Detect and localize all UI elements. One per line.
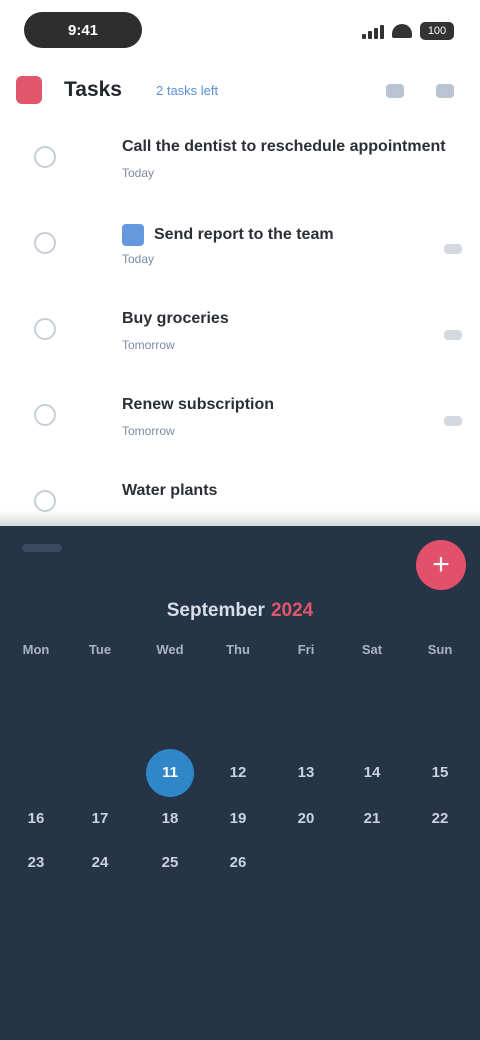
task-due-date: Tomorrow: [122, 338, 175, 352]
weekday-label: Sun: [427, 642, 453, 657]
status-time: 9:41: [24, 12, 142, 48]
calendar-day[interactable]: 19: [216, 802, 260, 836]
task-checkbox[interactable]: [34, 146, 56, 168]
task-item[interactable]: Call the dentist to reschedule appointme…: [0, 120, 480, 206]
calendar-day[interactable]: 14: [350, 756, 394, 790]
calendar-day-selected[interactable]: 11: [146, 749, 194, 797]
back-icon[interactable]: [16, 76, 42, 104]
weekday-label: Thu: [226, 642, 250, 657]
task-due-date: Today: [122, 166, 155, 180]
calendar-day[interactable]: 22: [418, 802, 462, 836]
task-title: Call the dentist to reschedule appointme…: [122, 138, 446, 156]
task-title: Buy groceries: [122, 310, 229, 328]
task-title: Send report to the team: [122, 224, 334, 246]
task-title: Water plants: [122, 482, 217, 500]
flag-icon[interactable]: [444, 330, 462, 340]
flag-icon[interactable]: [444, 244, 462, 254]
calendar-month: September: [166, 600, 265, 621]
status-icons: 100: [362, 20, 454, 42]
task-title-text: Buy groceries: [122, 310, 229, 327]
task-title-text: Call the dentist to reschedule appointme…: [122, 138, 446, 155]
wifi-icon: [392, 24, 412, 38]
calendar-day[interactable]: 12: [216, 756, 260, 790]
calendar-day[interactable]: 26: [216, 846, 260, 880]
calendar-day[interactable]: 17: [78, 802, 122, 836]
calendar-day[interactable]: 24: [78, 846, 122, 880]
task-checkbox[interactable]: [34, 318, 56, 340]
calendar-title: September 2024: [0, 600, 480, 622]
calendar-day[interactable]: 20: [284, 802, 328, 836]
more-icon[interactable]: [436, 84, 454, 98]
weekday-label: Mon: [22, 642, 50, 657]
task-list: Call the dentist to reschedule appointme…: [0, 120, 480, 550]
calendar-day[interactable]: 25: [148, 846, 192, 880]
page-title: Tasks: [64, 78, 122, 101]
drag-handle[interactable]: [22, 544, 62, 552]
weekday-label: Wed: [156, 642, 184, 657]
tasks-count: 2 tasks left: [156, 83, 219, 98]
task-item[interactable]: Buy groceries Tomorrow: [0, 292, 480, 378]
task-checkbox[interactable]: [34, 404, 56, 426]
task-checkbox[interactable]: [34, 232, 56, 254]
task-item[interactable]: Renew subscription Tomorrow: [0, 378, 480, 464]
calendar-day[interactable]: 21: [350, 802, 394, 836]
task-due-date: Tomorrow: [122, 424, 175, 438]
calendar-year: 2024: [270, 600, 314, 621]
task-title-text: Renew subscription: [122, 396, 275, 413]
task-checkbox[interactable]: [34, 490, 56, 512]
calendar-panel: + September 2024 Mon Tue Wed Thu Fri Sat Sun 11…: [0, 526, 480, 1040]
weekday-label: Sat: [361, 642, 383, 657]
calendar-day[interactable]: 23: [14, 846, 58, 880]
add-task-button[interactable]: +: [416, 540, 466, 590]
task-title-text: Send report to the team: [154, 226, 334, 244]
calendar-day[interactable]: 13: [284, 756, 328, 790]
task-due-date: Today: [122, 252, 155, 266]
weekday-label: Fri: [297, 642, 315, 657]
attachment-icon: [122, 224, 144, 246]
weekday-label: Tue: [88, 642, 112, 657]
task-title: Renew subscription: [122, 396, 274, 414]
signal-icon: [362, 23, 384, 39]
task-item[interactable]: Send report to the team Today: [0, 206, 480, 292]
search-icon[interactable]: [386, 84, 404, 98]
flag-icon[interactable]: [444, 416, 462, 426]
app-header: Tasks 2 tasks left: [0, 64, 480, 116]
calendar-day[interactable]: 16: [14, 802, 58, 836]
calendar-day[interactable]: 15: [418, 756, 462, 790]
task-title-text: Water plants: [122, 482, 218, 499]
weekday-row: Mon Tue Wed Thu Fri Sat Sun: [0, 642, 480, 662]
status-bar: 9:41 100: [0, 0, 480, 60]
battery-icon: 100: [420, 22, 454, 40]
calendar-day[interactable]: 18: [148, 802, 192, 836]
